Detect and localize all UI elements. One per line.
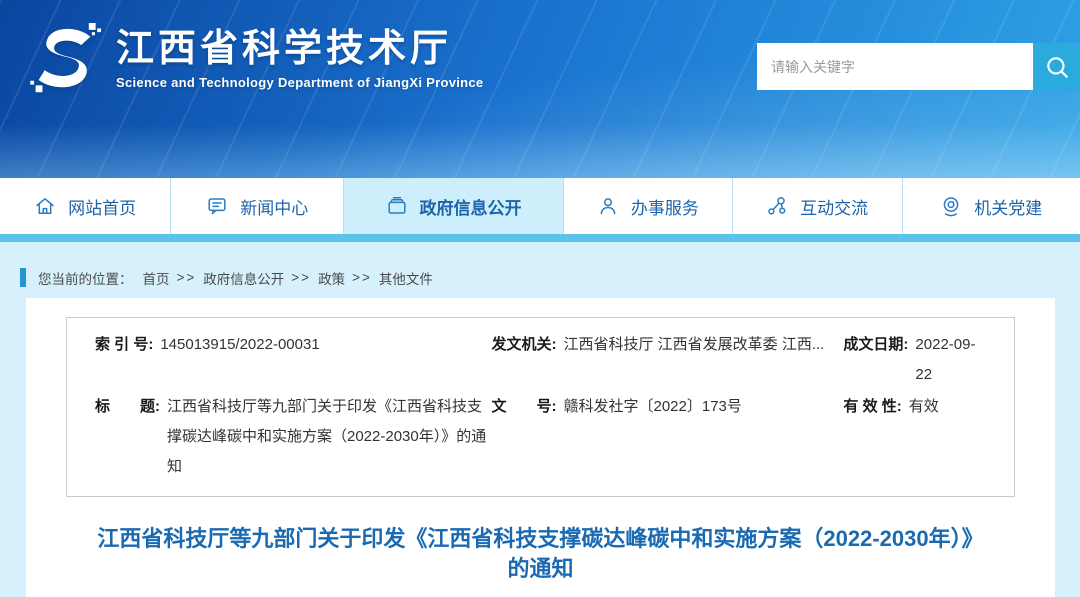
nav-item-services[interactable]: 办事服务 (564, 178, 733, 234)
site-logo-icon (28, 20, 104, 96)
search-button[interactable] (1033, 43, 1080, 90)
breadcrumb-separator: >> (352, 270, 372, 285)
nav-item-interaction[interactable]: 互动交流 (733, 178, 903, 234)
breadcrumb-separator: >> (291, 270, 311, 285)
breadcrumb-prefix: 您当前的位置： (38, 268, 133, 288)
site-title-block: 江西省科学技术厅 Science and Technology Departme… (116, 26, 483, 90)
doc-index-cell: 索 引 号: 145013915/2022-00031 (95, 330, 491, 360)
nav-label: 新闻中心 (240, 194, 308, 219)
doc-title-cell: 标 题: 江西省科技厅等九部门关于印发《江西省科技支撑碳达峰碳中和实施方案（20… (95, 392, 491, 482)
nav-item-news[interactable]: 新闻中心 (171, 178, 344, 234)
doc-number-cell: 文 号: 赣科发社字〔2022〕173号 (491, 392, 843, 422)
breadcrumb-home[interactable]: 首页 (143, 268, 170, 288)
main-nav: 网站首页 新闻中心 政府信息公开 办事服务 (0, 178, 1080, 234)
doc-info-box: 索 引 号: 145013915/2022-00031 发文机关: 江西省科技厅… (66, 317, 1015, 497)
breadcrumb: 您当前的位置： 首页 >> 政府信息公开 >> 政策 >> 其他文件 (0, 242, 1080, 298)
article-title: 江西省科技厅等九部门关于印发《江西省科技支撑碳达峰碳中和实施方案（2022-20… (94, 524, 987, 584)
nav-label: 网站首页 (68, 194, 136, 219)
breadcrumb-separator: >> (177, 270, 197, 285)
nav-label: 机关党建 (974, 194, 1042, 219)
doc-index-label: 索 引 号: (95, 330, 153, 360)
user-icon (597, 195, 619, 217)
site-subtitle: Science and Technology Department of Jia… (116, 75, 483, 90)
doc-validity-label: 有 效 性: (843, 392, 901, 422)
share-icon (766, 195, 788, 217)
breadcrumb-policy[interactable]: 政策 (318, 268, 345, 288)
nav-label: 办事服务 (631, 194, 699, 219)
doc-issuer-cell: 发文机关: 江西省科技厅 江西省发展改革委 江西... (491, 330, 843, 360)
folder-icon (386, 195, 408, 217)
doc-validity-cell: 有 效 性: 有效 (843, 392, 986, 422)
home-icon (34, 195, 56, 217)
site-title: 江西省科学技术厅 (116, 26, 483, 72)
nav-bottom-strip (0, 234, 1080, 242)
nav-label: 政府信息公开 (420, 194, 522, 219)
site-root: 江西省科学技术厅 Science and Technology Departme… (0, 0, 1080, 597)
content-panel: 索 引 号: 145013915/2022-00031 发文机关: 江西省科技厅… (26, 298, 1055, 597)
doc-title-label: 标 题: (95, 392, 160, 422)
breadcrumb-accent-bar (20, 268, 26, 287)
nav-item-party[interactable]: 机关党建 (903, 178, 1080, 234)
page-body: 您当前的位置： 首页 >> 政府信息公开 >> 政策 >> 其他文件 索 引 号… (0, 242, 1080, 597)
doc-issuer-value: 江西省科技厅 江西省发展改革委 江西... (563, 330, 824, 360)
doc-issuer-label: 发文机关: (491, 330, 556, 360)
doc-date-cell: 成文日期: 2022-09-22 (843, 330, 986, 390)
nav-item-gov-info[interactable]: 政府信息公开 (344, 178, 564, 234)
nav-label: 互动交流 (800, 194, 868, 219)
breadcrumb-other-files[interactable]: 其他文件 (379, 268, 433, 288)
site-header: 江西省科学技术厅 Science and Technology Departme… (0, 0, 1080, 178)
doc-date-label: 成文日期: (843, 330, 908, 360)
search-input[interactable] (757, 43, 1033, 90)
camera-icon (940, 195, 962, 217)
nav-item-home[interactable]: 网站首页 (0, 178, 171, 234)
doc-validity-value: 有效 (909, 392, 939, 422)
search-bar (757, 43, 1080, 90)
search-icon (1044, 54, 1070, 80)
site-logo-area[interactable]: 江西省科学技术厅 Science and Technology Departme… (28, 20, 483, 96)
doc-number-value: 赣科发社字〔2022〕173号 (563, 392, 741, 422)
doc-date-value: 2022-09-22 (915, 330, 986, 390)
doc-index-value: 145013915/2022-00031 (160, 330, 319, 360)
doc-number-label: 文 号: (491, 392, 556, 422)
doc-title-value: 江西省科技厅等九部门关于印发《江西省科技支撑碳达峰碳中和实施方案（2022-20… (167, 392, 491, 482)
news-icon (206, 195, 228, 217)
breadcrumb-gov-info[interactable]: 政府信息公开 (203, 268, 284, 288)
